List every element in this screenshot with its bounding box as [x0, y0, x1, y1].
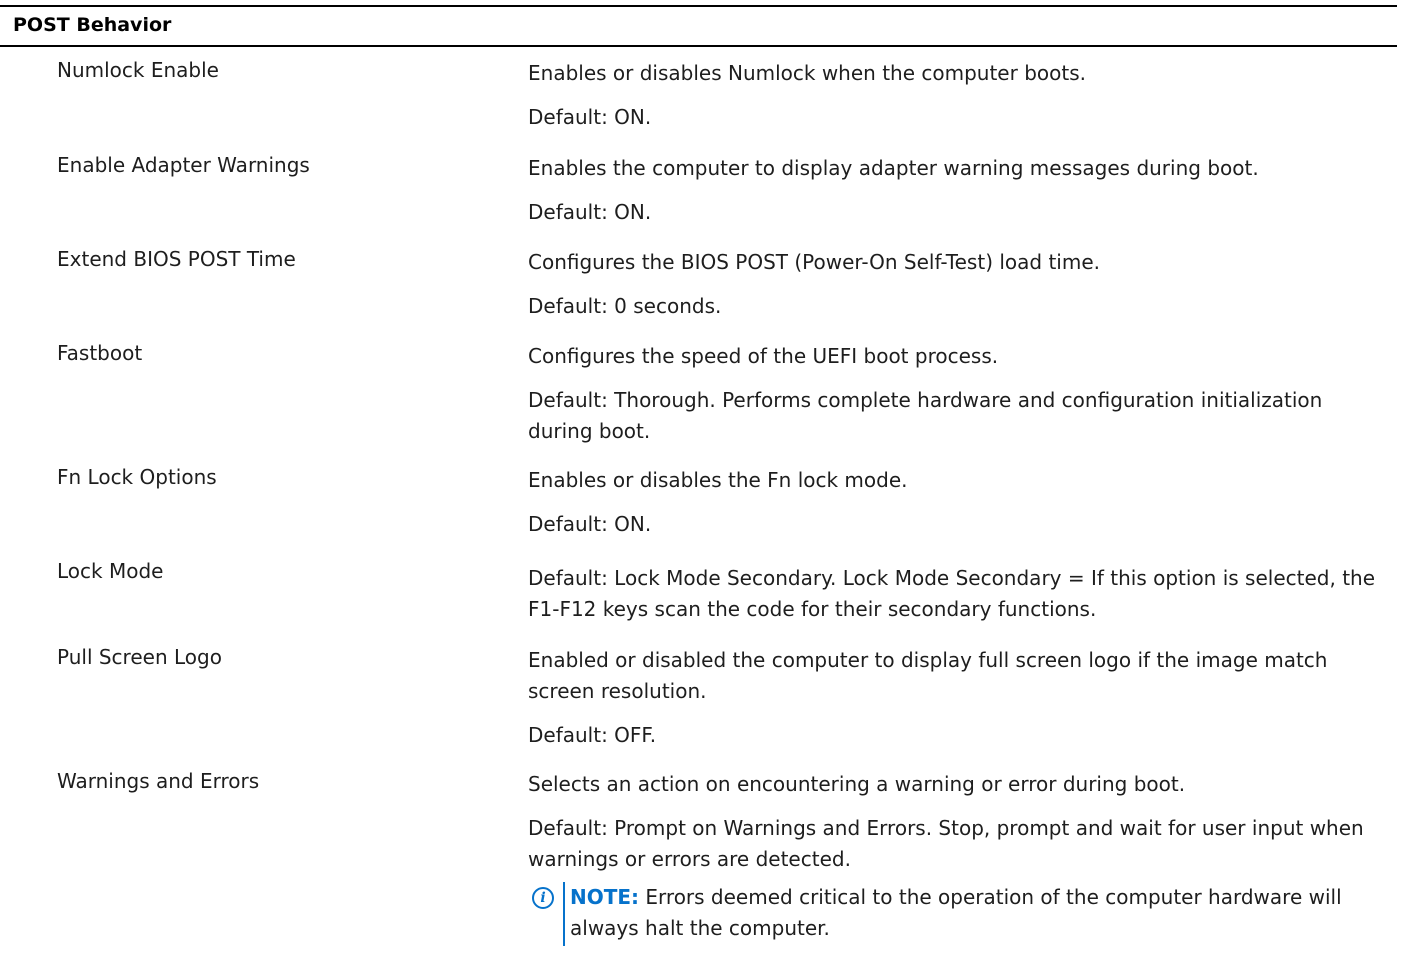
default-line: Default: 0 seconds. — [528, 294, 722, 318]
setting-description: Default: Lock Mode Secondary. Lock Mode … — [528, 563, 1388, 638]
description-line: Selects an action on encountering a warn… — [528, 772, 1186, 796]
setting-label: Extend BIOS POST Time — [57, 247, 296, 271]
description-line: Enables or disables Numlock when the com… — [528, 61, 1086, 85]
section-title: POST Behavior — [13, 14, 172, 36]
setting-description: Enables or disables the Fn lock mode. De… — [528, 465, 1388, 553]
setting-label: Numlock Enable — [57, 58, 219, 82]
setting-label: Fastboot — [57, 341, 143, 365]
setting-description: Enabled or disabled the computer to disp… — [528, 645, 1388, 764]
setting-label: Enable Adapter Warnings — [57, 153, 310, 177]
top-rule — [0, 5, 1397, 7]
description-line: Enables or disables the Fn lock mode. — [528, 468, 908, 492]
setting-label: Fn Lock Options — [57, 465, 217, 489]
default-line: Default: ON. — [528, 512, 652, 536]
note-body: Errors deemed critical to the operation … — [570, 885, 1342, 940]
default-line: Default: ON. — [528, 200, 652, 224]
header-rule — [0, 45, 1397, 47]
description-line: Enables the computer to display adapter … — [528, 156, 1259, 180]
description-line: Configures the BIOS POST (Power-On Self-… — [528, 250, 1100, 274]
note-text: NOTE: Errors deemed critical to the oper… — [570, 882, 1400, 944]
setting-label: Pull Screen Logo — [57, 645, 222, 669]
setting-description: Selects an action on encountering a warn… — [528, 769, 1388, 888]
description-line: Enabled or disabled the computer to disp… — [528, 648, 1328, 703]
info-icon: i — [532, 887, 554, 909]
note-heading: NOTE: — [570, 885, 640, 909]
setting-description: Configures the BIOS POST (Power-On Self-… — [528, 247, 1388, 335]
setting-description: Configures the speed of the UEFI boot pr… — [528, 341, 1388, 460]
default-line: Default: OFF. — [528, 723, 657, 747]
note-callout: i NOTE: Errors deemed critical to the op… — [532, 882, 1392, 946]
description-line: Configures the speed of the UEFI boot pr… — [528, 344, 999, 368]
setting-description: Enables the computer to display adapter … — [528, 153, 1388, 241]
setting-label: Lock Mode — [57, 559, 164, 583]
default-line: Default: Thorough. Performs complete har… — [528, 388, 1323, 443]
default-line: Default: Lock Mode Secondary. Lock Mode … — [528, 566, 1376, 621]
setting-description: Enables or disables Numlock when the com… — [528, 58, 1388, 146]
setting-label: Warnings and Errors — [57, 769, 260, 793]
note-accent-bar — [563, 882, 565, 946]
default-line: Default: Prompt on Warnings and Errors. … — [528, 816, 1364, 871]
default-line: Default: ON. — [528, 105, 652, 129]
